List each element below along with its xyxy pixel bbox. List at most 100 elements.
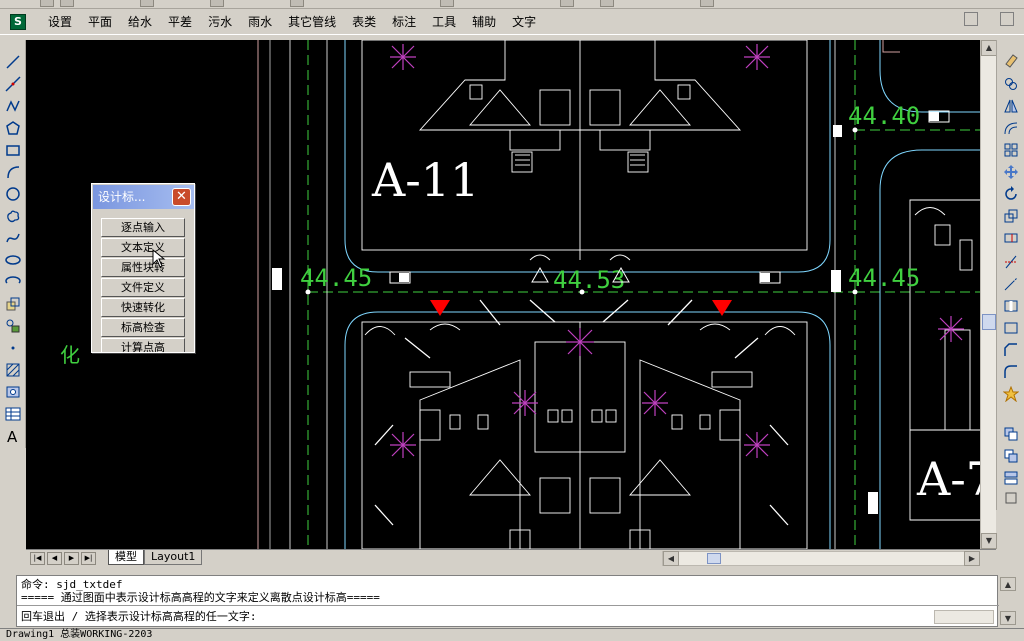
- insert-block-icon[interactable]: [3, 294, 23, 314]
- menu-rainwater[interactable]: 雨水: [240, 9, 280, 35]
- properties-icon[interactable]: [1001, 488, 1021, 508]
- stretch-icon[interactable]: [1001, 228, 1021, 248]
- mirror-icon[interactable]: [1001, 96, 1021, 116]
- scroll-down-icon[interactable]: ▼: [981, 533, 997, 549]
- palette-scrollbar[interactable]: [187, 210, 194, 352]
- menu-text[interactable]: 文字: [504, 9, 544, 35]
- region-icon[interactable]: [3, 382, 23, 402]
- toolbar-button[interactable]: [440, 0, 454, 7]
- menu-adjust[interactable]: 平差: [160, 9, 200, 35]
- spline-icon[interactable]: [3, 228, 23, 248]
- scroll-down-icon[interactable]: ▼: [1000, 611, 1016, 625]
- join-icon[interactable]: [1001, 318, 1021, 338]
- elevation-design-palette: 设计标... ✕ 逐点输入 文本定义 属性块转 文件定义 快速转化 标高检查 计…: [91, 183, 195, 353]
- ellipse-arc-icon[interactable]: [3, 272, 23, 292]
- horizontal-scrollbar[interactable]: ◀ ▶: [662, 551, 980, 566]
- break-icon[interactable]: [1001, 296, 1021, 316]
- point-icon[interactable]: [3, 338, 23, 358]
- toolbar-button[interactable]: [700, 0, 714, 7]
- toolbar-button[interactable]: [140, 0, 154, 7]
- revision-cloud-icon[interactable]: [3, 206, 23, 226]
- copy-object-icon[interactable]: [1001, 446, 1021, 466]
- elevation-point: [852, 127, 858, 133]
- layer-icon[interactable]: [1001, 468, 1021, 488]
- menu-settings[interactable]: 设置: [40, 9, 80, 35]
- toolbar-button[interactable]: [290, 0, 304, 7]
- tab-layout1[interactable]: Layout1: [144, 550, 203, 565]
- elevation-check-button[interactable]: 标高检查: [101, 318, 185, 337]
- scroll-up-icon[interactable]: ▲: [981, 40, 997, 56]
- elevation-label: 44.45: [848, 264, 920, 292]
- arc-icon[interactable]: [3, 162, 23, 182]
- status-bar: Drawing1 总装WORKING-2203: [0, 628, 1024, 640]
- text-icon[interactable]: A: [3, 426, 23, 446]
- line-icon[interactable]: [3, 52, 23, 72]
- calc-point-elevation-button[interactable]: 计算点高: [101, 338, 185, 352]
- menu-annotate[interactable]: 标注: [384, 9, 424, 35]
- close-icon[interactable]: [1000, 12, 1014, 26]
- trim-icon[interactable]: [1001, 252, 1021, 272]
- window-controls: [964, 12, 1014, 26]
- toolbar-button[interactable]: [60, 0, 74, 7]
- explode-icon[interactable]: [1001, 384, 1021, 404]
- menu-assist[interactable]: 辅助: [464, 9, 504, 35]
- next-tab-icon[interactable]: ▶: [64, 552, 79, 565]
- command-hscrollbar[interactable]: [934, 610, 994, 624]
- menu-plan[interactable]: 平面: [80, 9, 120, 35]
- copy-icon[interactable]: [1001, 74, 1021, 94]
- svg-text:A: A: [7, 428, 18, 444]
- tab-model[interactable]: 模型: [108, 550, 144, 565]
- toolbar-button[interactable]: [40, 0, 54, 7]
- polyline-icon[interactable]: [3, 96, 23, 116]
- last-tab-icon[interactable]: ▶|: [81, 552, 96, 565]
- rotate-icon[interactable]: [1001, 184, 1021, 204]
- scroll-up-icon[interactable]: ▲: [1000, 577, 1016, 591]
- construction-line-icon[interactable]: [3, 74, 23, 94]
- fillet-icon[interactable]: [1001, 362, 1021, 382]
- building-bottom: [361, 321, 808, 549]
- attribute-block-convert-button[interactable]: 属性块转: [101, 258, 185, 277]
- table-icon[interactable]: [3, 404, 23, 424]
- hatch-icon[interactable]: [3, 360, 23, 380]
- vertical-scroll-thumb[interactable]: [982, 314, 996, 330]
- first-tab-icon[interactable]: |◀: [30, 552, 45, 565]
- command-prompt[interactable]: 回车退出 / 选择表示设计标高高程的任一文字:: [21, 610, 257, 624]
- chamfer-icon[interactable]: [1001, 340, 1021, 360]
- close-icon[interactable]: ✕: [172, 188, 191, 206]
- draworder-icon[interactable]: [1001, 424, 1021, 444]
- offset-icon[interactable]: [1001, 118, 1021, 138]
- scale-icon[interactable]: [1001, 206, 1021, 226]
- toolbar-button[interactable]: [600, 0, 614, 7]
- ellipse-icon[interactable]: [3, 250, 23, 270]
- scroll-right-icon[interactable]: ▶: [964, 551, 980, 566]
- file-define-button[interactable]: 文件定义: [101, 278, 185, 297]
- restore-icon[interactable]: [964, 12, 978, 26]
- toolbar-button[interactable]: [560, 0, 574, 7]
- horizontal-scroll-thumb[interactable]: [707, 553, 721, 564]
- slope-arrows: [374, 299, 789, 526]
- array-icon[interactable]: [1001, 140, 1021, 160]
- move-icon[interactable]: [1001, 162, 1021, 182]
- text-define-button[interactable]: 文本定义: [101, 238, 185, 257]
- vertical-scrollbar[interactable]: ▲ ▼: [980, 40, 997, 549]
- extend-icon[interactable]: [1001, 274, 1021, 294]
- menu-tables[interactable]: 表类: [344, 9, 384, 35]
- command-window[interactable]: 命令: sjd_txtdef ===== 通过图面中表示设计标高高程的文字来定义…: [16, 575, 999, 627]
- erase-icon[interactable]: [1001, 50, 1021, 70]
- menu-sewage[interactable]: 污水: [200, 9, 240, 35]
- point-input-button[interactable]: 逐点输入: [101, 218, 185, 237]
- circle-icon[interactable]: [3, 184, 23, 204]
- menu-tools[interactable]: 工具: [424, 9, 464, 35]
- make-block-icon[interactable]: [3, 316, 23, 336]
- quick-convert-button[interactable]: 快速转化: [101, 298, 185, 317]
- grid-marker: [399, 273, 409, 282]
- toolbar-button[interactable]: [210, 0, 224, 7]
- polygon-icon[interactable]: [3, 118, 23, 138]
- scroll-left-icon[interactable]: ◀: [663, 551, 679, 566]
- menu-water-supply[interactable]: 给水: [120, 9, 160, 35]
- rectangle-icon[interactable]: [3, 140, 23, 160]
- prev-tab-icon[interactable]: ◀: [47, 552, 62, 565]
- command-scrollbar[interactable]: ▲ ▼: [1000, 575, 1016, 627]
- menu-other-pipes[interactable]: 其它管线: [280, 9, 344, 35]
- app-logo-icon[interactable]: S: [10, 13, 26, 30]
